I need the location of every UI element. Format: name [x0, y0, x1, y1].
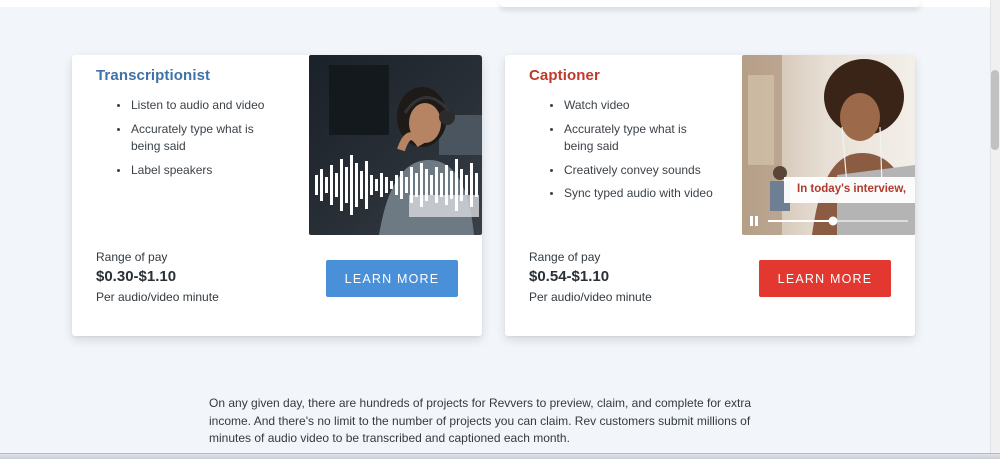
duties-list: Listen to audio and video Accurately typ…: [114, 97, 284, 185]
card-title: Captioner: [529, 67, 600, 84]
pay-range-label: Range of pay: [529, 250, 601, 264]
list-item: Watch video: [547, 97, 717, 115]
list-item: Accurately type what is being said: [114, 121, 284, 156]
duties-list: Watch video Accurately type what is bein…: [547, 97, 717, 209]
list-item: Accurately type what is being said: [547, 121, 717, 156]
list-item: Listen to audio and video: [114, 97, 284, 115]
pay-unit: Per audio/video minute: [529, 290, 652, 304]
learn-more-button[interactable]: LEARN MORE: [759, 260, 891, 297]
list-item: Creatively convey sounds: [547, 162, 717, 180]
card-title: Transcriptionist: [96, 67, 211, 84]
learn-more-button[interactable]: LEARN MORE: [326, 260, 458, 297]
taskbar-edge: [0, 453, 1000, 459]
pay-range-value: $0.54-$1.10: [529, 268, 610, 285]
scrollbar-thumb[interactable]: [991, 70, 999, 150]
pay-range-label: Range of pay: [96, 250, 168, 264]
transcriptionist-card: Transcriptionist Listen to audio and vid…: [72, 55, 482, 336]
projects-description: On any given day, there are hundreds of …: [209, 396, 752, 445]
pay-unit: Per audio/video minute: [96, 290, 219, 304]
previous-card-edge: [500, 0, 920, 7]
list-item: Sync typed audio with video: [547, 185, 717, 203]
page-scrollbar[interactable]: [990, 0, 1000, 459]
pay-range-value: $0.30-$1.10: [96, 268, 177, 285]
woman-with-earbuds-video-image: In today's interview,: [742, 55, 915, 235]
captioner-card: Captioner Watch video Accurately type wh…: [505, 55, 915, 336]
woman-with-headphones-waveform-image: [309, 55, 482, 235]
caption-overlay-text: In today's interview,: [784, 177, 915, 203]
list-item: Label speakers: [114, 162, 284, 180]
